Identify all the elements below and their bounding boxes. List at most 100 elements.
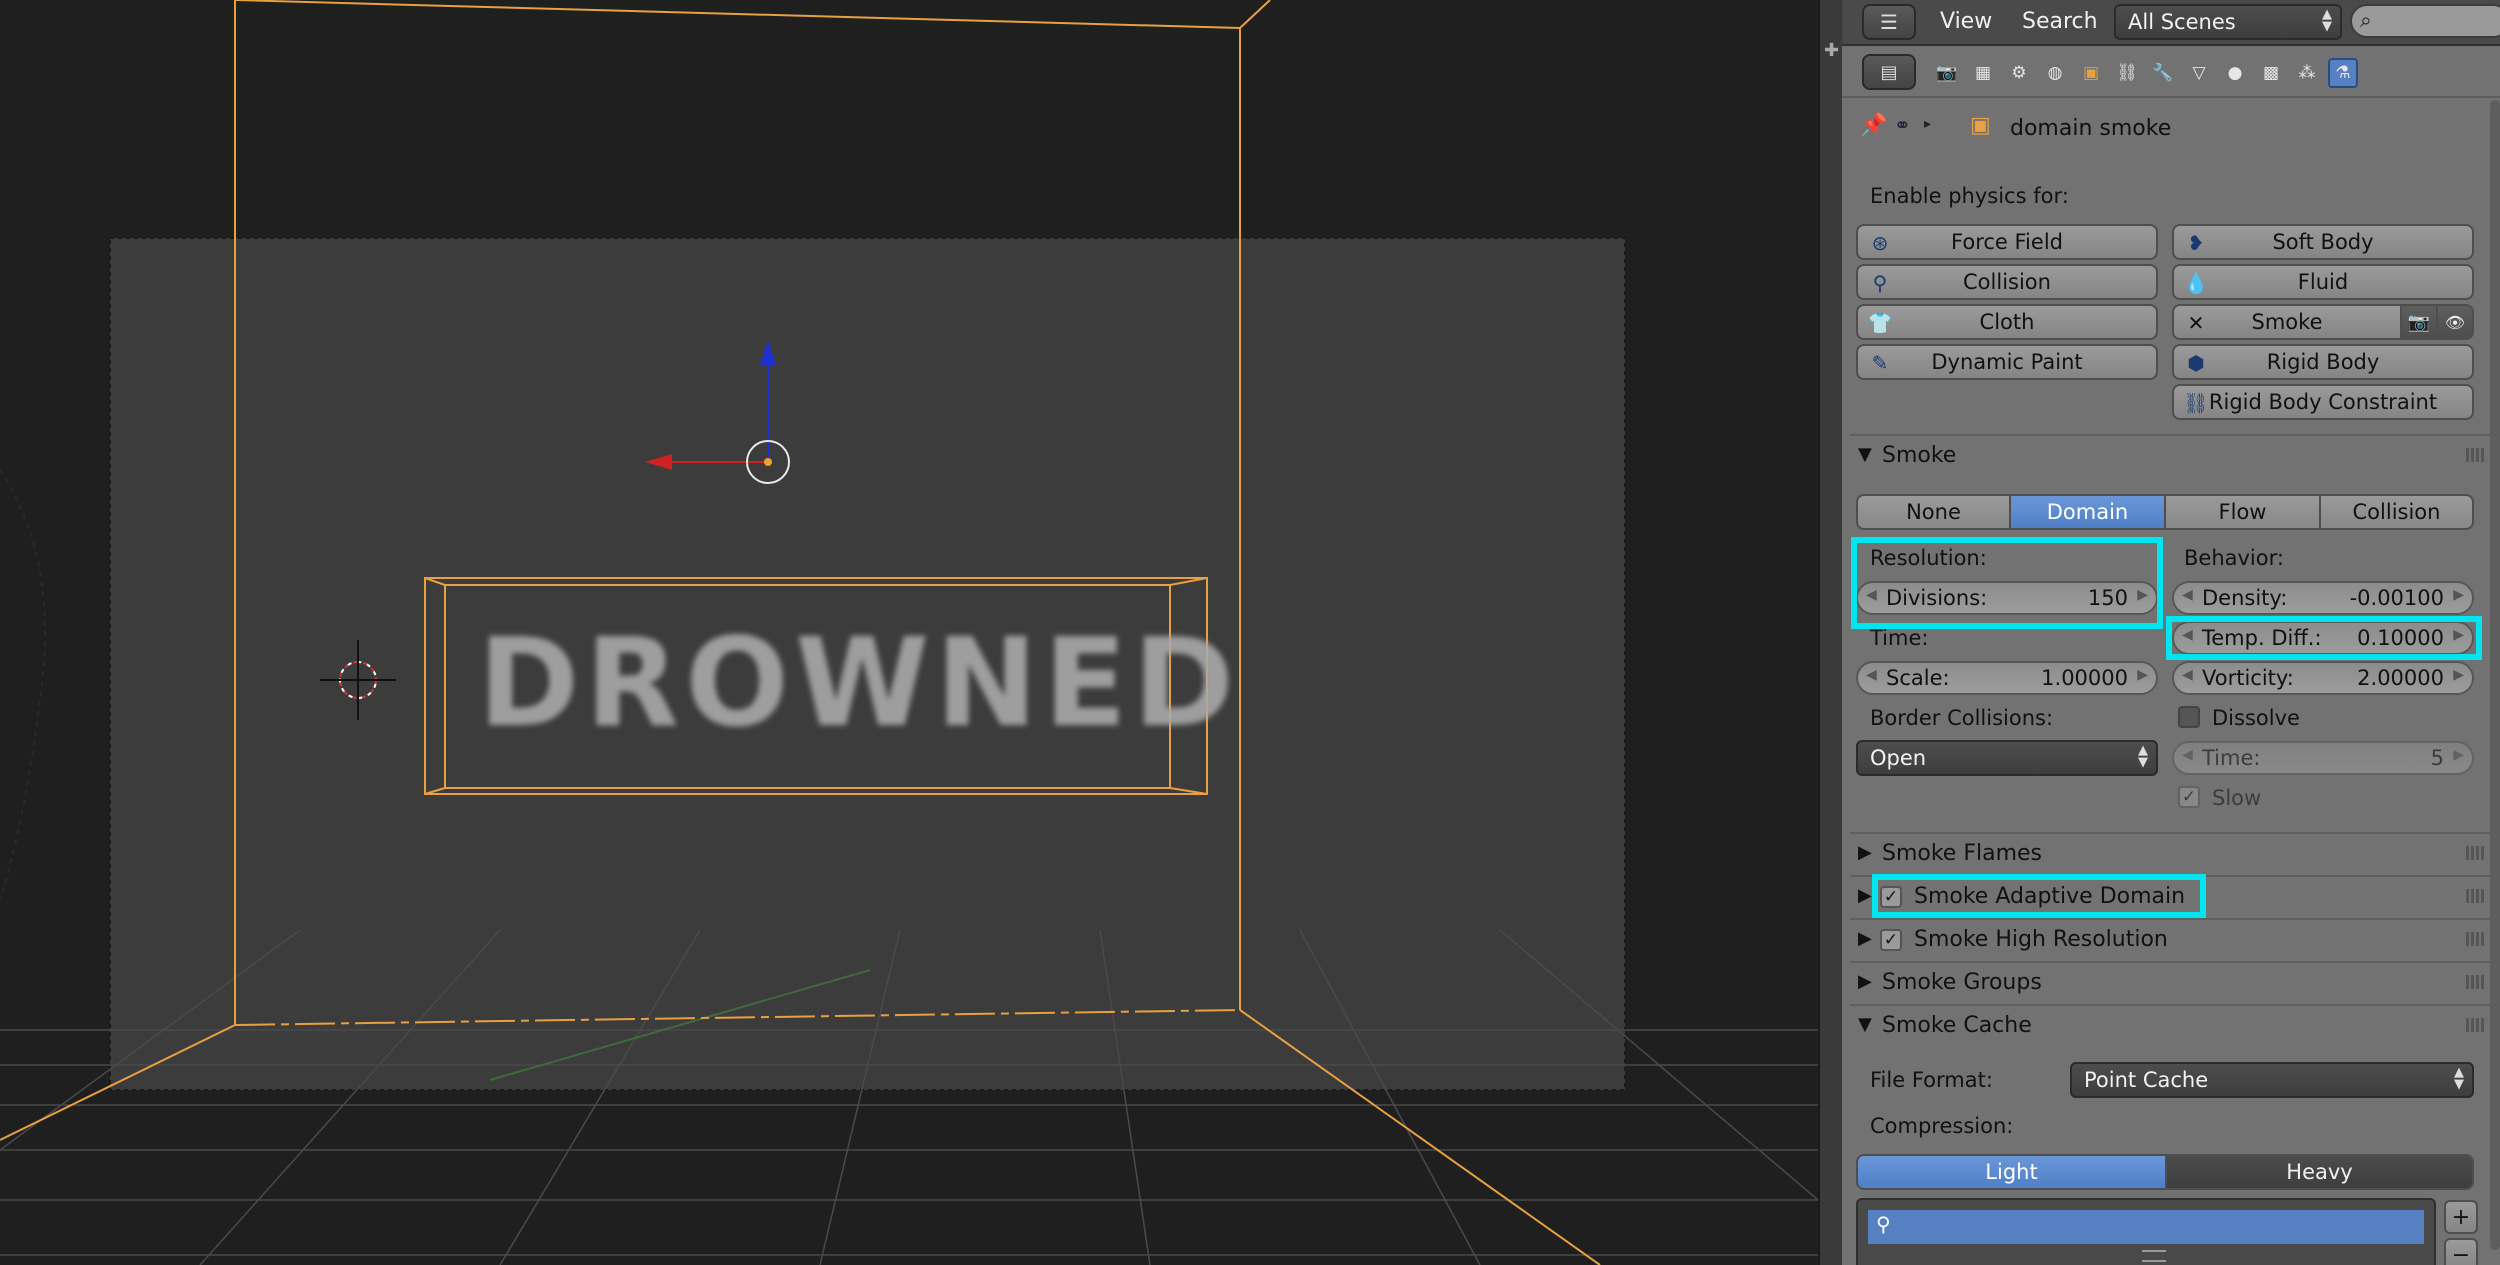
scene-tab-icon[interactable]: ⚙ — [2004, 58, 2034, 88]
object-name: domain smoke — [2010, 116, 2172, 141]
list-resize-grip-icon[interactable] — [2142, 1250, 2166, 1262]
compression-light-button[interactable]: Light — [1856, 1154, 2167, 1190]
pin-icon[interactable]: 📌 — [1860, 113, 1887, 138]
smoke-adaptive-domain-panel-header[interactable]: ▶ ✓ Smoke Adaptive Domain — [1850, 875, 2492, 919]
panel-scrollbar[interactable] — [2490, 100, 2500, 1250]
smoke-view-toggle[interactable]: 👁 — [2436, 304, 2474, 340]
cache-list-item[interactable]: ⚲ — [1868, 1210, 2424, 1244]
density-field[interactable]: ◀ Density: -0.00100 ▶ — [2172, 581, 2474, 615]
point-cache-icon: ⚲ — [1876, 1212, 1891, 1236]
smoke-tab-none[interactable]: None — [1856, 494, 2011, 530]
smoke-tab-collision[interactable]: Collision — [2319, 494, 2474, 530]
3d-viewport[interactable]: DROWNED — [0, 0, 1818, 1265]
collision-button[interactable]: ⚲ Collision — [1856, 264, 2158, 300]
soft-body-icon: ❥ — [2187, 231, 2205, 255]
dissolve-time-field[interactable]: ◀ Time: 5 ▶ — [2172, 741, 2474, 775]
arrow-right-icon: ▶ — [2453, 747, 2464, 763]
spinner-arrows-icon: ▲ ▼ — [2138, 743, 2148, 770]
soft-body-button[interactable]: ❥ Soft Body — [2172, 224, 2474, 260]
scene-data-icon: ⚭ — [1894, 113, 1911, 137]
world-tab-icon[interactable]: ◍ — [2040, 58, 2070, 88]
physics-tab-icon[interactable]: ⚗ — [2328, 58, 2358, 88]
smoke-button[interactable]: ✕ Smoke — [2172, 304, 2402, 340]
texture-tab-icon[interactable]: ▩ — [2256, 58, 2286, 88]
menu-search[interactable]: Search — [2022, 9, 2098, 34]
arrow-right-icon: ▶ — [2137, 587, 2148, 603]
smoke-text: DROWNED — [478, 612, 1241, 754]
breadcrumb-arrow-icon: ▸ — [1924, 116, 1932, 132]
high-resolution-checkbox[interactable]: ✓ — [1880, 929, 1902, 951]
drag-handle-icon — [2466, 889, 2486, 903]
plus-icon: + — [2451, 1204, 2471, 1230]
smoke-cache-panel-header[interactable]: ▼ Smoke Cache — [1850, 1004, 2492, 1048]
render-tab-icon[interactable]: 📷 — [1932, 58, 1962, 88]
fluid-button[interactable]: 💧 Fluid — [2172, 264, 2474, 300]
adaptive-domain-checkbox[interactable]: ✓ — [1880, 886, 1902, 908]
triangle-right-icon: ▶ — [1858, 928, 1872, 949]
behavior-label: Behavior: — [2184, 546, 2284, 570]
smoke-render-toggle[interactable]: 📷 — [2400, 304, 2438, 340]
rigid-body-button[interactable]: ⬢ Rigid Body — [2172, 344, 2474, 380]
arrow-left-icon: ◀ — [2182, 587, 2193, 603]
render-layers-tab-icon[interactable]: ▦ — [1968, 58, 1998, 88]
dissolve-checkbox[interactable] — [2178, 706, 2200, 728]
smoke-panel-header[interactable]: ▼ Smoke — [1850, 434, 2492, 478]
triangle-down-icon: ▼ — [1858, 1014, 1872, 1035]
cache-list: ⚲ — [1856, 1198, 2436, 1265]
smoke-flames-panel-header[interactable]: ▶ Smoke Flames — [1850, 832, 2492, 876]
editor-type-button-2[interactable]: ▤ — [1862, 54, 1916, 90]
object-tab-icon[interactable]: ▣ — [2076, 58, 2106, 88]
file-format-label: File Format: — [1870, 1068, 1993, 1092]
vorticity-field[interactable]: ◀ Vorticity: 2.00000 ▶ — [2172, 661, 2474, 695]
properties-icon: ▤ — [1880, 61, 1898, 83]
spinner-arrows-icon: ▲ ▼ — [2322, 7, 2332, 34]
droplet-icon: 💧 — [2183, 271, 2209, 295]
smoke-tab-flow[interactable]: Flow — [2164, 494, 2321, 530]
arrow-left-icon: ◀ — [1866, 667, 1877, 683]
smoke-tab-domain[interactable]: Domain — [2009, 494, 2166, 530]
minus-icon: − — [2451, 1242, 2471, 1265]
material-tab-icon[interactable]: ● — [2220, 58, 2250, 88]
brush-icon: ✎ — [1871, 351, 1889, 375]
magnifier-icon: ⌕ — [2360, 8, 2372, 32]
menu-view[interactable]: View — [1940, 9, 1992, 34]
context-tabs: 📷 ▦ ⚙ ◍ ▣ ⛓ 🔧 ▽ ● ▩ ⁂ ⚗ — [1932, 56, 2472, 90]
scale-field[interactable]: ◀ Scale: 1.00000 ▶ — [1856, 661, 2158, 695]
editor-header: ☰ View Search All Scenes ▲ ▼ ⌕ — [1842, 0, 2500, 46]
border-collisions-select[interactable]: Open ▲ ▼ — [1856, 740, 2158, 776]
close-icon: ✕ — [2187, 311, 2205, 335]
outliner-icon: ☰ — [1880, 10, 1898, 34]
scene-select[interactable]: All Scenes ▲ ▼ — [2114, 4, 2342, 40]
enable-physics-label: Enable physics for: — [1870, 184, 2069, 208]
eye-icon: 👁 — [2444, 312, 2466, 332]
data-tab-icon[interactable]: ▽ — [2184, 58, 2214, 88]
file-format-select[interactable]: Point Cache ▲ ▼ — [2070, 1062, 2474, 1098]
slow-checkbox[interactable]: ✓ — [2178, 786, 2200, 808]
smoke-groups-panel-header[interactable]: ▶ Smoke Groups — [1850, 961, 2492, 1005]
force-field-button[interactable]: ⊛ Force Field — [1856, 224, 2158, 260]
properties-editor: ☰ View Search All Scenes ▲ ▼ ⌕ ▤ 📷 ▦ ⚙ ◍ … — [1842, 0, 2500, 1265]
plus-icon: ✚ — [1824, 40, 1840, 61]
dynamic-paint-button[interactable]: ✎ Dynamic Paint — [1856, 344, 2158, 380]
editor-type-button[interactable]: ☰ — [1862, 4, 1916, 40]
constraints-tab-icon[interactable]: ⛓ — [2112, 58, 2142, 88]
triangle-right-icon: ▶ — [1858, 842, 1872, 863]
modifiers-tab-icon[interactable]: 🔧 — [2148, 58, 2178, 88]
cloth-button[interactable]: 👕 Cloth — [1856, 304, 2158, 340]
drag-handle-icon[interactable] — [2466, 448, 2486, 462]
rigid-body-icon: ⬢ — [2187, 351, 2205, 375]
divisions-field[interactable]: ◀ Divisions: 150 ▶ — [1856, 581, 2158, 615]
smoke-high-resolution-panel-header[interactable]: ▶ ✓ Smoke High Resolution — [1850, 918, 2492, 962]
area-splitter[interactable]: ✚ — [1818, 0, 1844, 1265]
add-cache-button[interactable]: + — [2444, 1200, 2478, 1234]
rigid-body-constraint-button[interactable]: ⛓ Rigid Body Constraint — [2172, 384, 2474, 420]
remove-cache-button[interactable]: − — [2444, 1238, 2478, 1265]
drag-handle-icon — [2466, 932, 2486, 946]
particles-tab-icon[interactable]: ⁂ — [2292, 58, 2322, 88]
temp-diff-field[interactable]: ◀ Temp. Diff.: 0.10000 ▶ — [2172, 621, 2474, 655]
compression-heavy-button[interactable]: Heavy — [2165, 1154, 2474, 1190]
resolution-label: Resolution: — [1870, 546, 1987, 570]
arrow-left-icon: ◀ — [2182, 747, 2193, 763]
arrow-left-icon: ◀ — [1866, 587, 1877, 603]
search-field[interactable]: ⌕ — [2350, 4, 2500, 38]
